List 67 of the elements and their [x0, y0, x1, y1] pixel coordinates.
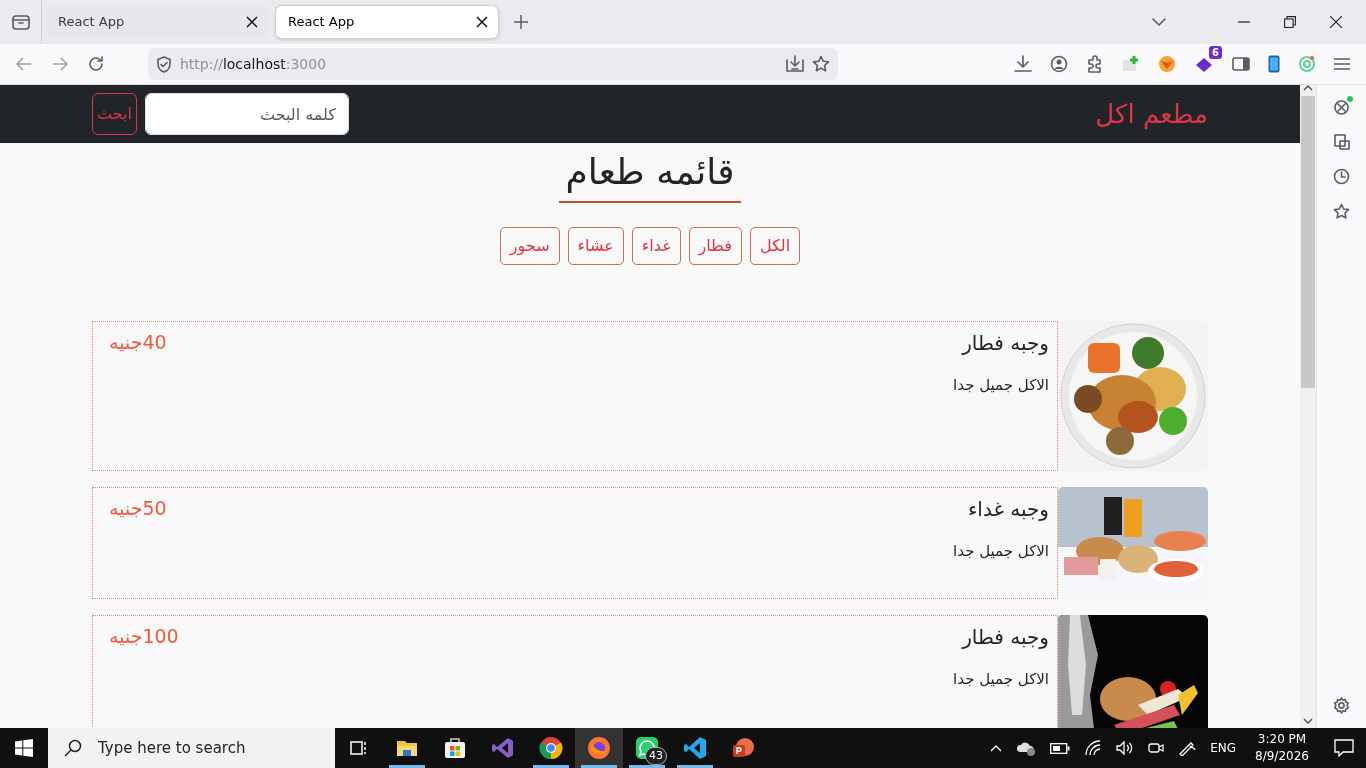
- item-title: وجبه فطار: [960, 330, 1049, 358]
- wifi-icon[interactable]: [1084, 740, 1103, 756]
- pen-icon[interactable]: [1178, 740, 1197, 756]
- star-icon[interactable]: [1333, 203, 1350, 220]
- ring-icon[interactable]: [1298, 55, 1316, 73]
- vscode-icon: [683, 736, 707, 760]
- account-icon[interactable]: [1050, 55, 1068, 73]
- language-indicator[interactable]: ENG: [1210, 739, 1236, 757]
- browser-tab[interactable]: React App: [46, 6, 268, 38]
- slides-icon: [731, 736, 755, 760]
- scrollbar-thumb[interactable]: [1301, 96, 1315, 388]
- firefox-icon: [587, 736, 611, 760]
- filter-button[interactable]: سحور: [499, 227, 560, 266]
- url-text: http://localhost:3000: [180, 54, 328, 74]
- extension-badge: 6: [1209, 46, 1222, 59]
- notification-badge: 43: [645, 746, 667, 765]
- star-icon[interactable]: [812, 55, 830, 73]
- item-title: وجبه فطار: [960, 624, 1049, 652]
- battery-icon[interactable]: [1050, 742, 1071, 754]
- windows-start-icon[interactable]: [15, 739, 33, 757]
- scroll-down-icon[interactable]: [1303, 718, 1313, 724]
- taskbar-app-button[interactable]: 43: [623, 728, 671, 768]
- sidebar-toggle-icon[interactable]: [1232, 56, 1250, 72]
- browser-tab[interactable]: React App: [276, 6, 498, 38]
- search-field[interactable]: كلمه البحث: [144, 93, 349, 135]
- taskbar-app-button[interactable]: [575, 728, 623, 768]
- url-bar[interactable]: http://localhost:3000: [148, 48, 838, 80]
- item-price: 40جنيه: [109, 330, 167, 356]
- menu-icon[interactable]: [1334, 58, 1350, 70]
- tab-overflow-icon[interactable]: [1152, 18, 1166, 26]
- item-description: الاكل جميل جدا: [953, 375, 1049, 397]
- chrome-icon: [539, 736, 563, 760]
- scroll-up-icon[interactable]: [1303, 85, 1313, 91]
- new-tab-icon[interactable]: [514, 15, 528, 29]
- filter-button[interactable]: عشاء: [567, 227, 624, 266]
- item-title: وجبه غداء: [966, 496, 1049, 524]
- tab-list-icon[interactable]: [11, 14, 30, 30]
- shopping-bag-icon: [443, 736, 467, 760]
- clock[interactable]: 3:20 PM 8/9/2026: [1250, 731, 1314, 765]
- item-description: الاكل جميل جدا: [953, 669, 1049, 691]
- search-icon: [64, 739, 82, 757]
- save-page-icon[interactable]: [786, 55, 804, 73]
- filter-button[interactable]: فطار: [688, 227, 742, 266]
- chevron-up-icon[interactable]: [990, 744, 1003, 752]
- task-view-icon[interactable]: [350, 740, 368, 756]
- history-icon[interactable]: [1333, 168, 1350, 185]
- close-icon[interactable]: [1330, 16, 1342, 28]
- phone-icon[interactable]: [1268, 55, 1280, 73]
- camera-icon[interactable]: [1148, 740, 1165, 756]
- volume-icon[interactable]: [1116, 740, 1135, 756]
- item-price: 100جنيه: [109, 624, 179, 650]
- settings-icon[interactable]: [1333, 697, 1350, 714]
- taskbar-search-field[interactable]: Type here to search: [48, 728, 335, 768]
- download-icon[interactable]: [1014, 55, 1032, 73]
- item-description: الاكل جميل جدا: [953, 541, 1049, 563]
- page-title: قائمه طعام: [559, 147, 741, 204]
- cloud-icon[interactable]: [1016, 740, 1037, 756]
- notification-icon[interactable]: [1334, 739, 1354, 757]
- item-price: 50جنيه: [109, 496, 167, 522]
- restore-icon[interactable]: [1284, 16, 1296, 28]
- shield-icon: [156, 55, 172, 73]
- puzzle-icon[interactable]: [1086, 55, 1104, 73]
- close-icon[interactable]: [246, 16, 258, 28]
- close-icon[interactable]: [476, 16, 488, 28]
- filter-button[interactable]: الكل: [749, 227, 801, 266]
- reload-icon[interactable]: [88, 56, 104, 72]
- filter-button[interactable]: غداء: [631, 227, 681, 266]
